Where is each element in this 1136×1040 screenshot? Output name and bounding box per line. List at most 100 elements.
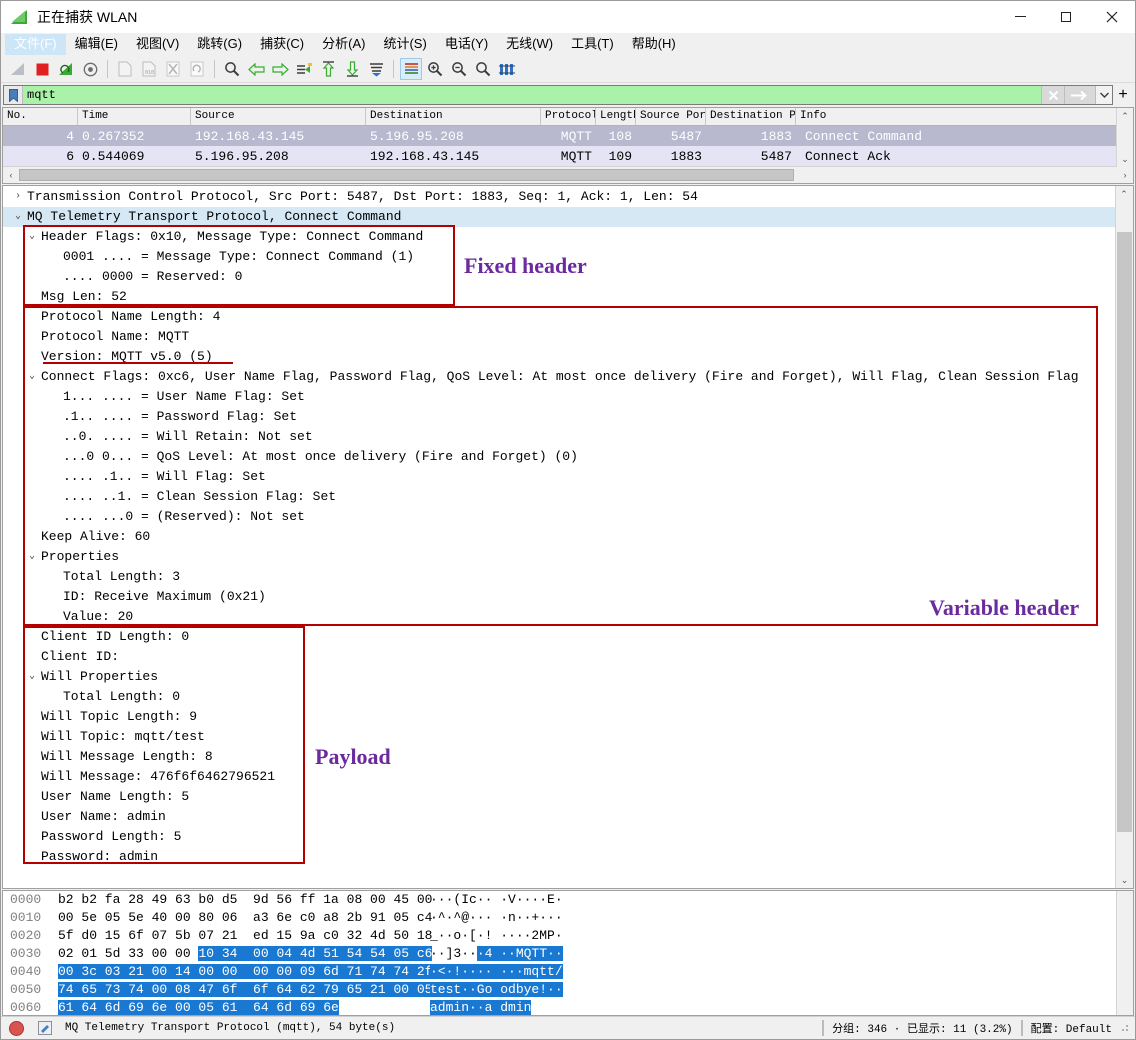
tree-row-protocol-name-length[interactable]: Protocol Name Length: 4: [3, 307, 1116, 327]
scroll-left-icon[interactable]: ‹: [3, 167, 19, 183]
tree-twisty-icon[interactable]: ⌄: [3, 367, 39, 387]
tree-row-will-properties[interactable]: ⌄ Will Properties: [3, 667, 1116, 687]
scroll-down-icon[interactable]: ⌄: [1117, 151, 1133, 167]
tree-row-client-id-length[interactable]: Client ID Length: 0: [3, 627, 1116, 647]
hex-row[interactable]: 0030 02 01 5d 33 00 00 10 34 00 04 4d 51…: [3, 945, 1133, 963]
menu-edit[interactable]: 编辑(E): [66, 34, 127, 55]
menu-wireless[interactable]: 无线(W): [497, 34, 562, 55]
hex-row[interactable]: 0040 00 3c 03 21 00 14 00 00 00 00 09 6d…: [3, 963, 1133, 981]
capture-comment-icon[interactable]: [38, 1020, 54, 1036]
zoom-in-icon[interactable]: [424, 58, 446, 80]
reload-file-icon[interactable]: [186, 58, 208, 80]
tree-row-msg-len[interactable]: Msg Len: 52: [3, 287, 1116, 307]
column-header-destination-port[interactable]: Destination Port: [706, 108, 796, 125]
table-row[interactable]: 4 0.267352 192.168.43.145 5.196.95.208 M…: [3, 126, 1133, 146]
tree-row-password-flag[interactable]: .1.. .... = Password Flag: Set: [3, 407, 1116, 427]
open-file-icon[interactable]: [114, 58, 136, 80]
close-file-icon[interactable]: [162, 58, 184, 80]
bookmark-icon[interactable]: [4, 86, 23, 104]
colorize-icon[interactable]: [400, 58, 422, 80]
tree-row-will-flag[interactable]: .... .1.. = Will Flag: Set: [3, 467, 1116, 487]
table-row[interactable]: 6 0.544069 5.196.95.208 192.168.43.145 M…: [3, 146, 1133, 166]
tree-row-user-name-length[interactable]: User Name Length: 5: [3, 787, 1116, 807]
menu-go[interactable]: 跳转(G): [188, 34, 251, 55]
go-to-packet-icon[interactable]: [293, 58, 315, 80]
tree-row-password[interactable]: Password: admin: [3, 847, 1116, 867]
tree-row-tcp[interactable]: › Transmission Control Protocol, Src Por…: [3, 187, 1116, 207]
packet-list-vscrollbar[interactable]: ⌃ ⌄: [1116, 108, 1133, 167]
tree-row-will-properties-total-length[interactable]: Total Length: 0: [3, 687, 1116, 707]
tree-twisty-icon[interactable]: ⌄: [3, 547, 39, 567]
tree-row-will-retain[interactable]: ..0. .... = Will Retain: Not set: [3, 427, 1116, 447]
capture-status-icon[interactable]: [9, 1020, 25, 1036]
filter-add-button[interactable]: +: [1113, 85, 1133, 105]
filter-input-wrapper[interactable]: [3, 85, 1113, 105]
menu-statistics[interactable]: 统计(S): [374, 34, 435, 55]
filter-input[interactable]: [23, 86, 1041, 104]
tree-twisty-icon[interactable]: ›: [3, 187, 25, 207]
go-forward-icon[interactable]: [269, 58, 291, 80]
tree-row-connect-flags[interactable]: ⌄ Connect Flags: 0xc6, User Name Flag, P…: [3, 367, 1116, 387]
tree-row-properties[interactable]: ⌄ Properties: [3, 547, 1116, 567]
tree-row-will-topic[interactable]: Will Topic: mqtt/test: [3, 727, 1116, 747]
detail-scroll-thumb[interactable]: [1117, 232, 1132, 832]
hex-row[interactable]: 0000 b2 b2 fa 28 49 63 b0 d5 9d 56 ff 1a…: [3, 891, 1133, 909]
minimize-button[interactable]: [997, 1, 1043, 32]
go-first-packet-icon[interactable]: [317, 58, 339, 80]
column-header-time[interactable]: Time: [78, 108, 191, 125]
maximize-button[interactable]: [1043, 1, 1089, 32]
tree-row-protocol-name[interactable]: Protocol Name: MQTT: [3, 327, 1116, 347]
tree-twisty-icon[interactable]: ⌄: [3, 227, 39, 247]
tree-row-mqtt[interactable]: ⌄ MQ Telemetry Transport Protocol, Conne…: [3, 207, 1116, 227]
hex-row[interactable]: 0060 61 64 6d 69 6e 00 05 61 64 6d 69 6e…: [3, 999, 1133, 1015]
column-header-source-port[interactable]: Source Port: [636, 108, 706, 125]
start-capture-icon[interactable]: [7, 58, 29, 80]
column-header-protocol[interactable]: Protocol: [541, 108, 596, 125]
column-header-source[interactable]: Source: [191, 108, 366, 125]
find-packet-icon[interactable]: [221, 58, 243, 80]
zoom-out-icon[interactable]: [448, 58, 470, 80]
menu-capture[interactable]: 捕获(C): [251, 34, 313, 55]
scroll-up-icon[interactable]: ⌃: [1117, 108, 1133, 124]
hex-row[interactable]: 0020 5f d0 15 6f 07 5b 07 21 ed 15 9a c0…: [3, 927, 1133, 945]
hex-row[interactable]: 0050 74 65 73 74 00 08 47 6f 6f 64 62 79…: [3, 981, 1133, 999]
tree-row-user-name-flag[interactable]: 1... .... = User Name Flag: Set: [3, 387, 1116, 407]
tree-row-keep-alive[interactable]: Keep Alive: 60: [3, 527, 1116, 547]
go-back-icon[interactable]: [245, 58, 267, 80]
close-button[interactable]: [1089, 1, 1135, 32]
menu-analyze[interactable]: 分析(A): [313, 34, 374, 55]
tree-row-password-length[interactable]: Password Length: 5: [3, 827, 1116, 847]
tree-twisty-icon[interactable]: ⌄: [3, 667, 39, 687]
tree-row-client-id[interactable]: Client ID:: [3, 647, 1116, 667]
hex-row[interactable]: 0010 00 5e 05 5e 40 00 80 06 a3 6e c0 a8…: [3, 909, 1133, 927]
capture-options-icon[interactable]: [79, 58, 101, 80]
stop-capture-icon[interactable]: [31, 58, 53, 80]
go-last-packet-icon[interactable]: [341, 58, 363, 80]
column-header-destination[interactable]: Destination: [366, 108, 541, 125]
filter-dropdown-button[interactable]: [1095, 86, 1112, 104]
resize-grip-icon[interactable]: [1118, 1021, 1132, 1035]
tree-row-will-message-length[interactable]: Will Message Length: 8: [3, 747, 1116, 767]
filter-apply-button[interactable]: [1064, 86, 1095, 104]
menu-tools[interactable]: 工具(T): [562, 34, 623, 55]
tree-row-version[interactable]: Version: MQTT v5.0 (5): [3, 347, 1116, 367]
tree-row-will-message[interactable]: Will Message: 476f6f6462796521: [3, 767, 1116, 787]
tree-row-header-flags[interactable]: ⌄ Header Flags: 0x10, Message Type: Conn…: [3, 227, 1116, 247]
menu-view[interactable]: 视图(V): [127, 34, 188, 55]
column-header-no[interactable]: No.: [3, 108, 78, 125]
zoom-reset-icon[interactable]: [472, 58, 494, 80]
hscroll-thumb[interactable]: [19, 169, 794, 181]
menu-telephony[interactable]: 电话(Y): [436, 34, 497, 55]
tree-row-properties-total-length[interactable]: Total Length: 3: [3, 567, 1116, 587]
status-profile[interactable]: 配置: Default: [1031, 1020, 1112, 1036]
tree-row-reserved-flag[interactable]: .... ...0 = (Reserved): Not set: [3, 507, 1116, 527]
column-header-info[interactable]: Info: [796, 108, 1133, 125]
scroll-right-icon[interactable]: ›: [1117, 167, 1133, 183]
filter-clear-button[interactable]: [1041, 86, 1064, 104]
restart-capture-icon[interactable]: [55, 58, 77, 80]
scroll-down-icon[interactable]: ⌄: [1116, 872, 1133, 888]
tree-row-will-topic-length[interactable]: Will Topic Length: 9: [3, 707, 1116, 727]
tree-row-user-name[interactable]: User Name: admin: [3, 807, 1116, 827]
packet-list-hscrollbar[interactable]: ‹ ›: [3, 166, 1133, 183]
tree-row-clean-session-flag[interactable]: .... ..1. = Clean Session Flag: Set: [3, 487, 1116, 507]
